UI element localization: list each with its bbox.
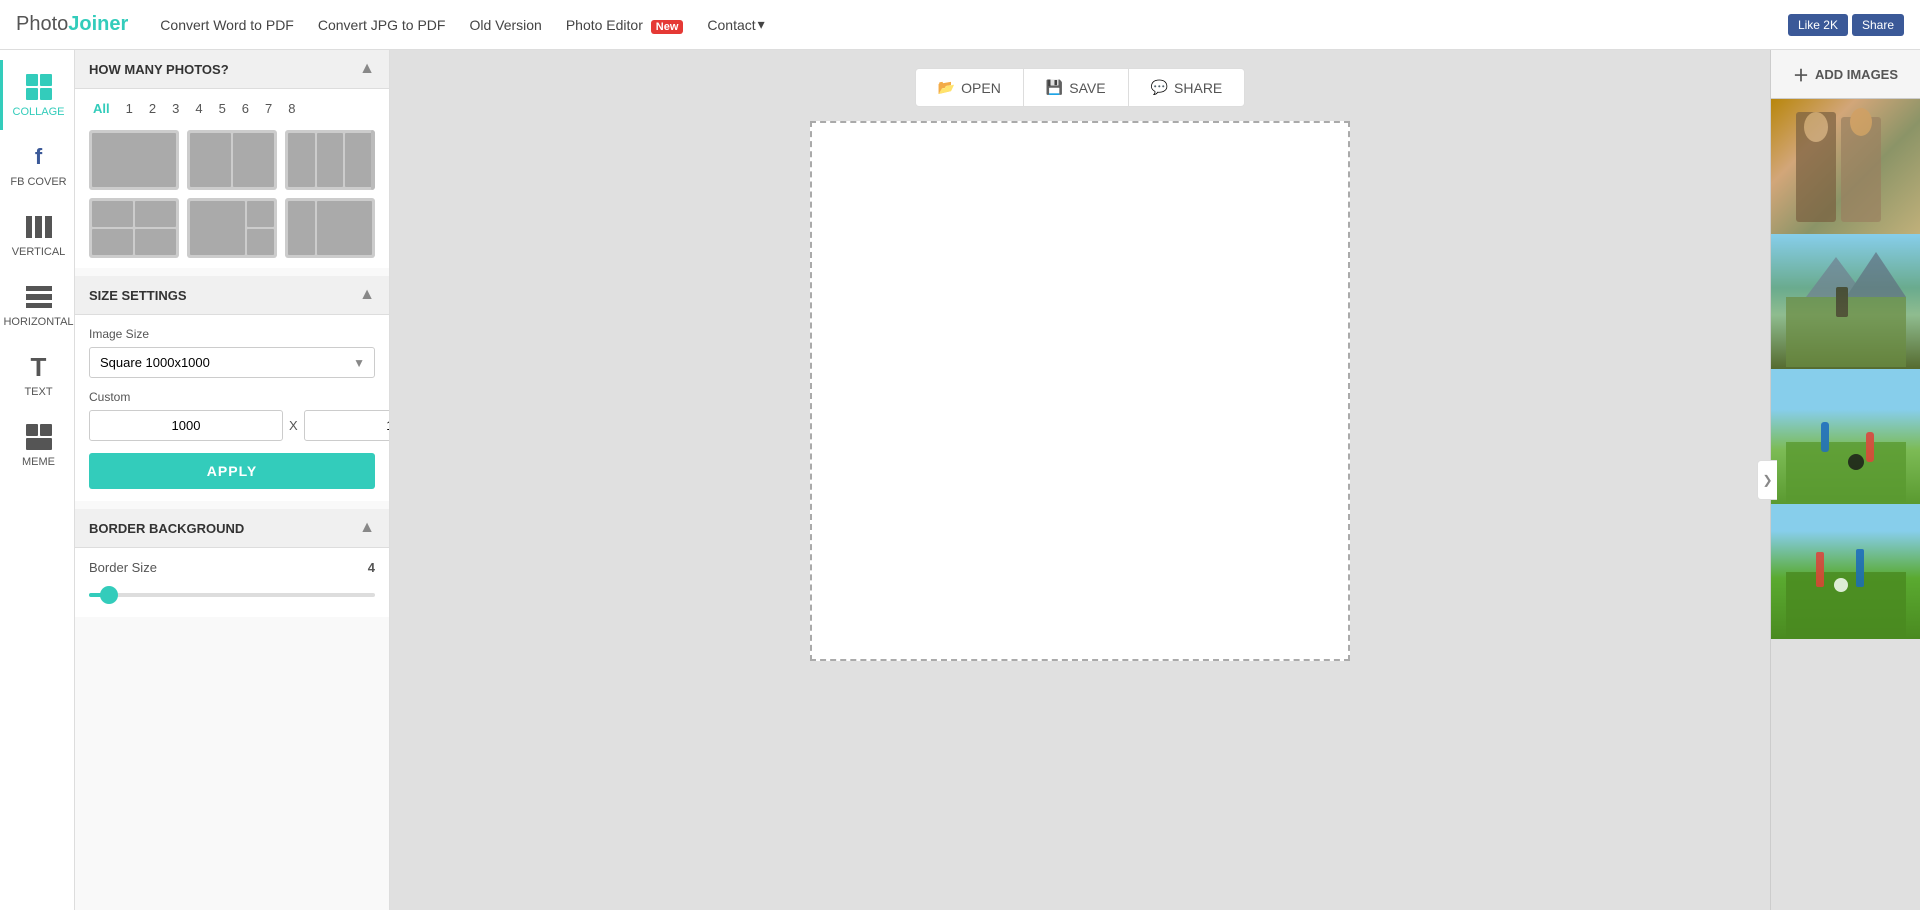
save-button[interactable]: 💾 SAVE xyxy=(1024,69,1129,106)
border-slider-wrapper xyxy=(89,585,375,605)
contact-dropdown-icon: ▾ xyxy=(758,16,765,33)
sidebar-item-vertical[interactable]: VERTICAL xyxy=(0,200,74,270)
layout-thumb-1[interactable] xyxy=(89,130,179,190)
site-logo[interactable]: Photo Joiner xyxy=(16,13,128,36)
count-tab-5[interactable]: 5 xyxy=(215,99,230,118)
canvas-frame xyxy=(810,121,1350,661)
border-background-header: BORDER BACKGROUND ▲ xyxy=(75,509,389,548)
text-icon: T xyxy=(24,352,54,382)
fb-share-button[interactable]: Share xyxy=(1852,14,1904,36)
image-thumb-1[interactable] xyxy=(1771,99,1920,234)
image-thumb-3[interactable] xyxy=(1771,369,1920,504)
count-tab-7[interactable]: 7 xyxy=(261,99,276,118)
image-size-label: Image Size xyxy=(89,327,375,341)
width-input[interactable] xyxy=(89,410,283,441)
sidebar-item-collage[interactable]: COLLAGE xyxy=(0,60,74,130)
size-select[interactable]: Square 1000x1000 Landscape 1200x800 Port… xyxy=(89,347,375,378)
image-thumb-2[interactable] xyxy=(1771,234,1920,369)
custom-label: Custom xyxy=(89,390,375,404)
logo-photo: Photo xyxy=(16,13,68,36)
size-settings-header: SIZE SETTINGS ▲ xyxy=(75,276,389,315)
nav-convert-word[interactable]: Convert Word to PDF xyxy=(160,17,294,33)
count-tab-3[interactable]: 3 xyxy=(168,99,183,118)
size-settings-area: Image Size Square 1000x1000 Landscape 12… xyxy=(75,315,389,501)
photo-count-area: All 1 2 3 4 5 6 7 8 xyxy=(75,89,389,268)
sidebar-item-text[interactable]: T TEXT xyxy=(0,340,74,410)
count-tab-1[interactable]: 1 xyxy=(122,99,137,118)
size-select-wrapper: Square 1000x1000 Landscape 1200x800 Port… xyxy=(89,347,375,378)
open-button[interactable]: 📂 OPEN xyxy=(916,69,1024,106)
top-nav: Photo Joiner Convert Word to PDF Convert… xyxy=(0,0,1920,50)
share-button[interactable]: 💬 SHARE xyxy=(1129,69,1245,106)
add-images-button[interactable]: ＋ ADD IMAGES xyxy=(1771,50,1920,99)
border-size-value: 4 xyxy=(368,560,375,575)
collapse-photos-btn[interactable]: ▲ xyxy=(359,60,375,78)
collapse-size-btn[interactable]: ▲ xyxy=(359,286,375,304)
fb-like-button[interactable]: Like 2K xyxy=(1788,14,1848,36)
right-panel: ❯ ＋ ADD IMAGES xyxy=(1770,50,1920,910)
layout-thumb-6[interactable] xyxy=(285,198,375,258)
left-sidebar: COLLAGE f FB COVER VERTICAL HORIZONTAL xyxy=(0,50,75,910)
open-icon: 📂 xyxy=(938,79,955,96)
nav-contact[interactable]: Contact ▾ xyxy=(707,16,764,33)
main-layout: COLLAGE f FB COVER VERTICAL HORIZONTAL xyxy=(0,50,1920,910)
layout-thumb-2[interactable] xyxy=(187,130,277,190)
settings-panel: HOW MANY PHOTOS? ▲ All 1 2 3 4 5 6 7 8 xyxy=(75,50,390,910)
sidebar-item-meme[interactable]: MEME xyxy=(0,410,74,480)
dimension-separator: X xyxy=(289,418,298,433)
add-images-label: ADD IMAGES xyxy=(1815,67,1898,82)
slider-track xyxy=(89,593,375,597)
nav-photo-editor[interactable]: Photo Editor New xyxy=(566,17,684,33)
layout-thumb-4[interactable] xyxy=(89,198,179,258)
apply-button[interactable]: APPLY xyxy=(89,453,375,489)
collapse-border-btn[interactable]: ▲ xyxy=(359,519,375,537)
count-tab-8[interactable]: 8 xyxy=(284,99,299,118)
count-tab-all[interactable]: All xyxy=(89,99,114,118)
fb-cover-icon: f xyxy=(24,142,54,172)
fb-buttons: Like 2K Share xyxy=(1788,14,1904,36)
border-size-label: Border Size xyxy=(89,560,157,575)
images-list xyxy=(1771,99,1920,910)
custom-inputs: X xyxy=(89,410,375,441)
sidebar-item-horizontal[interactable]: HORIZONTAL xyxy=(0,270,74,340)
vertical-icon xyxy=(24,212,54,242)
canvas-area: 📂 OPEN 💾 SAVE 💬 SHARE xyxy=(390,50,1770,910)
layout-thumb-5[interactable] xyxy=(187,198,277,258)
count-tab-4[interactable]: 4 xyxy=(191,99,206,118)
horizontal-icon xyxy=(24,282,54,312)
border-background-section: BORDER BACKGROUND ▲ Border Size 4 xyxy=(75,509,389,617)
collage-icon xyxy=(24,72,54,102)
size-settings-section: SIZE SETTINGS ▲ Image Size Square 1000x1… xyxy=(75,276,389,501)
layout-grid xyxy=(89,130,375,258)
image-thumb-4[interactable] xyxy=(1771,504,1920,639)
how-many-photos-header: HOW MANY PHOTOS? ▲ xyxy=(75,50,389,89)
count-tabs: All 1 2 3 4 5 6 7 8 xyxy=(89,99,375,118)
logo-joiner: Joiner xyxy=(68,13,128,36)
nav-old-version[interactable]: Old Version xyxy=(469,17,541,33)
how-many-photos-section: HOW MANY PHOTOS? ▲ All 1 2 3 4 5 6 7 8 xyxy=(75,50,389,268)
meme-icon xyxy=(24,422,54,452)
plus-icon: ＋ xyxy=(1793,62,1809,86)
right-expand-handle[interactable]: ❯ xyxy=(1757,460,1777,500)
border-size-row: Border Size 4 xyxy=(89,560,375,575)
border-settings-area: Border Size 4 xyxy=(75,548,389,617)
layout-thumb-3[interactable] xyxy=(285,130,375,190)
border-slider-thumb[interactable] xyxy=(100,586,118,604)
nav-convert-jpg[interactable]: Convert JPG to PDF xyxy=(318,17,446,33)
share-icon: 💬 xyxy=(1151,79,1168,96)
toolbar-bar: 📂 OPEN 💾 SAVE 💬 SHARE xyxy=(915,68,1246,107)
count-tab-6[interactable]: 6 xyxy=(238,99,253,118)
new-badge: New xyxy=(651,20,684,34)
height-input[interactable] xyxy=(304,410,390,441)
save-icon: 💾 xyxy=(1046,79,1063,96)
count-tab-2[interactable]: 2 xyxy=(145,99,160,118)
sidebar-item-fb-cover[interactable]: f FB COVER xyxy=(0,130,74,200)
